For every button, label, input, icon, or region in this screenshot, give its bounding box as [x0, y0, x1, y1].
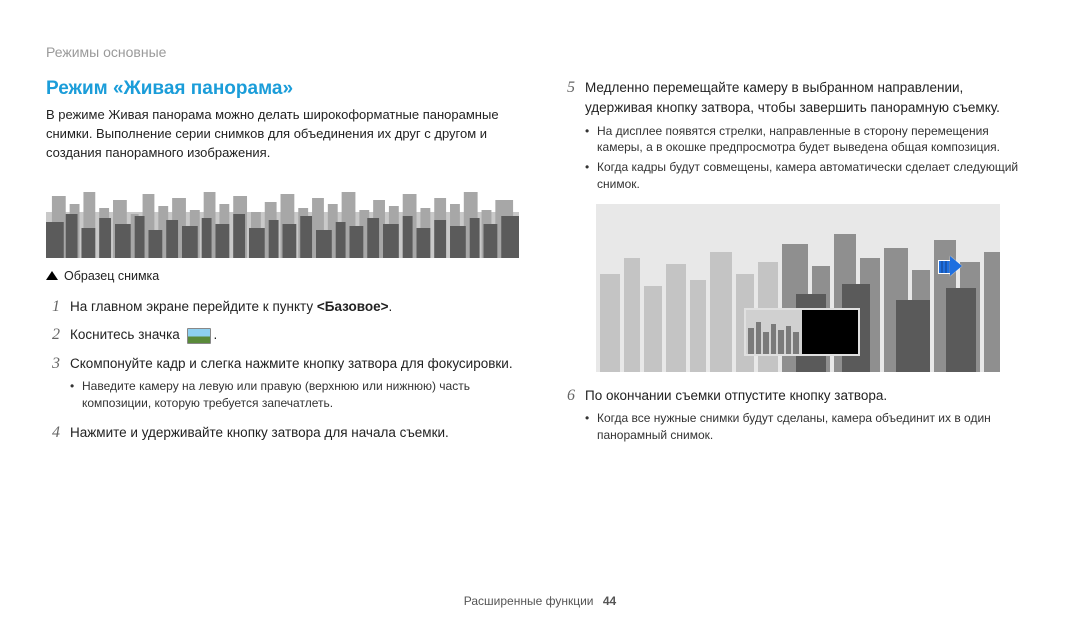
step-number: 2	[46, 325, 60, 346]
step-5: 5 Медленно перемещайте камеру в выбранно…	[561, 78, 1034, 196]
step-number: 3	[46, 354, 60, 415]
page-number: 44	[603, 594, 616, 608]
step-body: По окончании съемки отпустите кнопку зат…	[585, 386, 1034, 447]
caption-text: Образец снимка	[64, 269, 159, 283]
step-bold: <Базовое>	[317, 299, 389, 314]
steps-list-right: 5 Медленно перемещайте камеру в выбранно…	[561, 78, 1034, 196]
sub-item: На дисплее появятся стрелки, направленны…	[585, 123, 1034, 157]
step-body: Медленно перемещайте камеру в выбранном …	[585, 78, 1034, 196]
two-column-layout: Режим «Живая панорама» В режиме Живая па…	[46, 78, 1034, 455]
steps-list-right-cont: 6 По окончании съемки отпустите кнопку з…	[561, 386, 1034, 447]
step-text-post: .	[214, 327, 218, 342]
page: Режимы основные Режим «Живая панорама» В…	[0, 0, 1080, 630]
panorama-icon	[187, 328, 211, 344]
steps-list-left: 1 На главном экране перейдите к пункту <…	[46, 297, 519, 444]
sub-item: Когда кадры будут совмещены, камера авто…	[585, 159, 1034, 193]
step-body: Нажмите и удерживайте кнопку затвора для…	[70, 423, 519, 444]
step-number: 4	[46, 423, 60, 444]
preview-frame	[744, 308, 860, 356]
intro-paragraph: В режиме Живая панорама можно делать шир…	[46, 106, 519, 163]
sub-list: На дисплее появятся стрелки, направленны…	[585, 123, 1034, 193]
step-text: Нажмите и удерживайте кнопку затвора для…	[70, 425, 449, 440]
step-text: Скомпонуйте кадр и слегка нажмите кнопку…	[70, 356, 513, 371]
step-2: 2 Коснитесь значка .	[46, 325, 519, 346]
skyline-illustration	[46, 174, 519, 258]
right-column: 5 Медленно перемещайте камеру в выбранно…	[561, 78, 1034, 455]
step-number: 1	[46, 297, 60, 318]
triangle-up-icon	[46, 271, 58, 280]
camera-screen-illustration	[596, 204, 1000, 372]
breadcrumb: Режимы основные	[46, 44, 1034, 60]
direction-arrow-icon	[938, 256, 964, 276]
step-1: 1 На главном экране перейдите к пункту <…	[46, 297, 519, 318]
footer: Расширенные функции 44	[0, 594, 1080, 608]
sample-caption: Образец снимка	[46, 269, 519, 283]
step-body: На главном экране перейдите к пункту <Ба…	[70, 297, 519, 318]
step-3: 3 Скомпонуйте кадр и слегка нажмите кноп…	[46, 354, 519, 415]
section-title: Режим «Живая панорама»	[46, 78, 519, 100]
preview-skyline-icon	[746, 310, 858, 354]
step-text: На главном экране перейдите к пункту	[70, 299, 317, 314]
sub-item: Когда все нужные снимки будут сделаны, к…	[585, 410, 1034, 444]
step-text: Медленно перемещайте камеру в выбранном …	[585, 80, 1000, 115]
step-6: 6 По окончании съемки отпустите кнопку з…	[561, 386, 1034, 447]
step-4: 4 Нажмите и удерживайте кнопку затвора д…	[46, 423, 519, 444]
step-number: 6	[561, 386, 575, 447]
step-body: Скомпонуйте кадр и слегка нажмите кнопку…	[70, 354, 519, 415]
step-body: Коснитесь значка .	[70, 325, 519, 346]
sub-list: Наведите камеру на левую или правую (вер…	[70, 378, 519, 412]
sub-list: Когда все нужные снимки будут сделаны, к…	[585, 410, 1034, 444]
left-column: Режим «Живая панорама» В режиме Живая па…	[46, 78, 519, 455]
sample-image	[46, 171, 519, 261]
step-text: Коснитесь значка	[70, 327, 184, 342]
step-text: По окончании съемки отпустите кнопку зат…	[585, 388, 887, 403]
step-text-post: .	[389, 299, 393, 314]
footer-label: Расширенные функции	[464, 594, 594, 608]
sub-item: Наведите камеру на левую или правую (вер…	[70, 378, 519, 412]
step-number: 5	[561, 78, 575, 196]
